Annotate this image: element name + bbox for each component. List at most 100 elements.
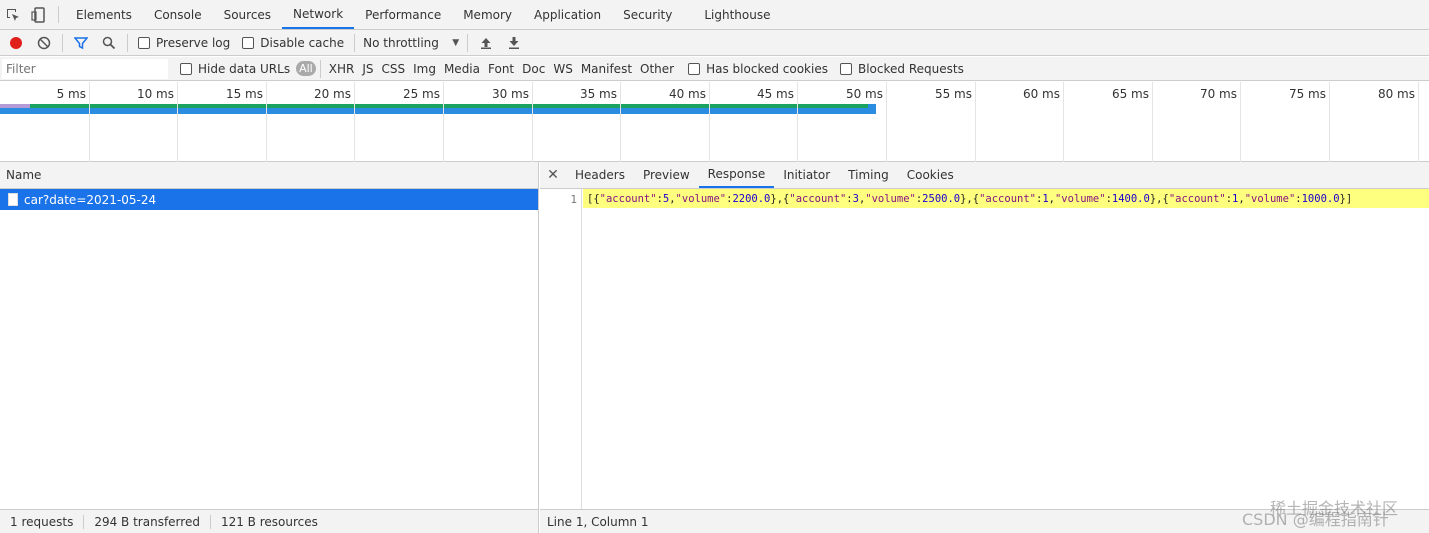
timeline-grid-line [532,82,533,162]
chevron-down-icon: ▼ [452,37,460,48]
checkbox-box [138,36,150,49]
request-count: 1 requests [0,514,85,529]
request-row[interactable]: car?date=2021-05-24 [0,189,538,210]
name-column-label: Name [6,168,42,182]
cursor-position: Line 1, Column 1 [547,514,649,529]
timeline-grid-line [177,82,178,162]
disable-cache-label: Disable cache [260,35,345,50]
response-code-line[interactable]: [{"account":5,"volume":2200.0},{"account… [583,189,1429,208]
timeline-tick-label: 40 ms [668,87,706,101]
json-number: 2200.0 [732,193,771,205]
filter-icon [74,36,88,49]
timeline-tick-label: 65 ms [1111,87,1149,101]
timeline-overview[interactable]: 5 ms 10 ms 15 ms 20 ms 25 ms 30 ms 35 ms 40 ms 4… [0,82,1429,162]
detail-tabbar: ✕ Headers Preview Response Initiator Tim… [540,162,1429,189]
resources-size: 121 B resources [220,514,318,529]
blocked-requests-checkbox[interactable]: Blocked Requests [839,61,964,76]
filter-toggle-button[interactable] [67,30,95,56]
tab-application[interactable]: Application [523,0,612,29]
devtools-tabbar: Elements Console Sources Network Perform… [0,0,1429,30]
filter-input[interactable] [2,58,168,79]
tab-performance[interactable]: Performance [354,0,452,29]
tab-preview[interactable]: Preview [634,162,699,188]
type-filter-other[interactable]: Other [636,62,678,76]
json-punctuation: }, [770,193,784,205]
tab-elements[interactable]: Elements [65,0,143,29]
type-filter-doc[interactable]: Doc [518,62,549,76]
search-button[interactable] [95,30,123,56]
timeline-grid-line [797,82,798,162]
checkbox-box [839,62,852,75]
request-detail-panel: ✕ Headers Preview Response Initiator Tim… [540,162,1429,509]
timeline-grid-line [975,82,976,162]
document-icon [8,193,18,206]
timeline-grid-line [1240,82,1241,162]
timeline-grid-line [266,82,267,162]
throttling-value: No throttling [363,35,439,50]
timeline-tick-label: 15 ms [225,87,263,101]
separator [467,33,469,52]
separator [319,59,321,78]
json-punctuation: ] [1345,193,1353,205]
tab-memory[interactable]: Memory [452,0,523,29]
disable-cache-checkbox[interactable]: Disable cache [242,36,344,50]
upload-icon [481,37,492,49]
tab-security[interactable]: Security [612,0,683,29]
tab-timing[interactable]: Timing [839,162,898,188]
close-icon[interactable]: ✕ [540,162,566,188]
hide-data-urls-checkbox[interactable]: Hide data URLs [180,62,290,76]
tab-response[interactable]: Response [698,162,775,188]
blocked-requests-label: Blocked Requests [857,61,964,76]
json-key: "volume" [1054,193,1106,205]
inspect-element-icon[interactable] [0,0,26,29]
download-icon [509,36,520,49]
import-har-button[interactable] [472,30,500,56]
type-filter-css[interactable]: CSS [377,62,409,76]
separator [127,33,128,52]
request-list-panel: Name car?date=2021-05-24 [0,162,539,509]
timeline-tick-label: 30 ms [491,87,529,101]
tab-headers[interactable]: Headers [566,162,634,188]
throttling-select[interactable]: No throttling ▼ [363,36,463,50]
json-key: "volume" [675,193,727,205]
timeline-tick-label: 60 ms [1022,87,1060,101]
clear-button[interactable] [30,30,58,56]
network-toolbar: Preserve log Disable cache No throttling… [0,30,1429,56]
tab-sources[interactable]: Sources [213,0,282,29]
response-viewer[interactable]: 1 [{"account":5,"volume":2200.0},{"accou… [540,189,1429,509]
type-filter-js[interactable]: JS [358,62,377,76]
type-filter-xhr[interactable]: XHR [325,62,359,76]
timeline-grid-line [886,82,887,162]
type-filter-img[interactable]: Img [409,62,440,76]
json-key: "account" [599,193,657,205]
record-button[interactable] [2,30,30,56]
export-har-button[interactable] [500,30,528,56]
type-filter-font[interactable]: Font [484,62,518,76]
timeline-tick-label: 70 ms [1199,87,1237,101]
transferred-size: 294 B transferred [84,514,211,529]
type-filter-ws[interactable]: WS [549,62,576,76]
json-key: "volume" [865,193,916,205]
tab-console[interactable]: Console [143,0,213,29]
tab-lighthouse[interactable]: Lighthouse [693,0,781,29]
type-filter-media[interactable]: Media [440,62,484,76]
type-filter-all[interactable]: All [296,61,316,76]
separator [62,33,63,52]
tab-cookies[interactable]: Cookies [898,162,963,188]
filter-bar: Hide data URLs All XHR JS CSS Img Media … [0,57,1429,81]
type-filter-manifest[interactable]: Manifest [577,62,636,76]
timeline-tick-label: 25 ms [402,87,440,101]
search-icon [102,36,116,49]
timeline-tick-label: 80 ms [1377,87,1415,101]
timeline-tick-label: 20 ms [313,87,351,101]
has-blocked-cookies-checkbox[interactable]: Has blocked cookies [688,62,828,76]
timeline-grid-line [354,82,355,162]
device-toolbar-icon[interactable] [26,0,52,29]
has-blocked-cookies-label: Has blocked cookies [706,61,828,76]
tab-initiator[interactable]: Initiator [774,162,839,188]
name-column-header[interactable]: Name [0,162,538,189]
timeline-grid-line [1063,82,1064,162]
timeline-grid-line [1418,82,1419,162]
preserve-log-checkbox[interactable]: Preserve log [138,36,230,50]
tab-network[interactable]: Network [282,0,355,29]
